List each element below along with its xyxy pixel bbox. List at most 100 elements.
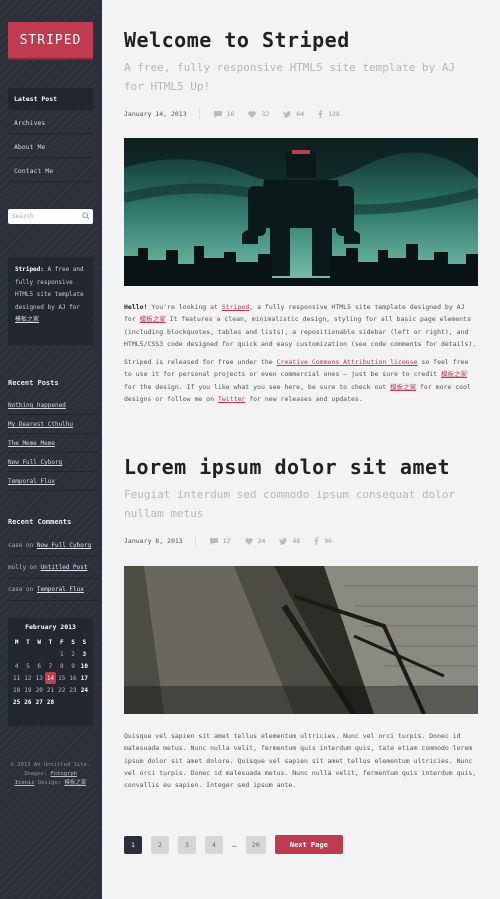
recent-post-link[interactable]: Nothing happened	[8, 396, 98, 415]
calendar-day[interactable]: 23	[67, 684, 78, 696]
calendar-day[interactable]: 1	[56, 648, 67, 660]
post-meta: January 14, 2013 16 32 64 128	[124, 108, 478, 120]
post-title[interactable]: Welcome to Striped	[124, 28, 478, 52]
nav-item-about-me[interactable]: About Me	[8, 136, 93, 158]
author-link[interactable]: 模板之家	[140, 315, 166, 323]
credits-line: Iconic Design: 模板之家	[8, 779, 93, 788]
calendar-day	[11, 648, 22, 660]
hello-text: Hello!	[124, 303, 148, 311]
calendar-day[interactable]: 11	[11, 672, 22, 684]
facebook-icon	[314, 537, 319, 545]
calendar-day[interactable]: 21	[45, 684, 56, 696]
credits-link[interactable]: 模板之家	[64, 780, 86, 786]
page-button[interactable]: 1	[124, 835, 142, 854]
credits-label: Images:	[24, 771, 51, 777]
recent-post-link[interactable]: Now Full Cyborg	[8, 453, 98, 472]
nav-item-latest-post[interactable]: Latest Post	[8, 88, 93, 110]
comments-count[interactable]: 12	[209, 537, 231, 545]
likes-count[interactable]: 32	[248, 110, 269, 118]
page-button[interactable]: 20	[245, 835, 266, 854]
post-paragraph: Hello! You're looking at Striped, a full…	[124, 301, 478, 350]
calendar-day[interactable]: 19	[22, 684, 33, 696]
recent-post-link[interactable]: The Meme Meme	[8, 434, 98, 453]
comment-post-link[interactable]: Now Full Cyborg	[37, 542, 91, 549]
calendar-day[interactable]: 24	[79, 684, 90, 696]
calendar-day[interactable]: 16	[67, 672, 78, 684]
striped-link[interactable]: Striped	[222, 303, 249, 311]
likes-value: 32	[261, 110, 270, 118]
calendar-day[interactable]: 7	[45, 660, 56, 672]
calendar-day[interactable]: 3	[79, 648, 90, 660]
calendar-day[interactable]: 13	[34, 672, 45, 684]
calendar-day[interactable]: 22	[56, 684, 67, 696]
calendar-day[interactable]: 25	[11, 696, 22, 708]
post-image-stairs[interactable]	[124, 566, 478, 714]
search-input[interactable]: Search	[8, 209, 93, 224]
likes-count[interactable]: 24	[244, 537, 265, 545]
shares-count[interactable]: 128	[318, 110, 340, 118]
twitter-link[interactable]: Twitter	[218, 395, 245, 403]
credits-link[interactable]: Iconic	[15, 780, 35, 786]
calendar-day[interactable]: 8	[56, 660, 67, 672]
tweets-count[interactable]: 48	[279, 537, 300, 545]
license-link[interactable]: Creative Commons Attribution license	[277, 358, 418, 366]
nav-item-archives[interactable]: Archives	[8, 112, 93, 134]
credits-link[interactable]: Fotogrph	[51, 771, 78, 777]
tweets-count[interactable]: 64	[283, 110, 304, 118]
copyright-line: © 2013 An Untitled Site.	[10, 762, 91, 768]
text-span: It features a clean, minimalistic design…	[124, 315, 477, 348]
calendar-day[interactable]: 9	[67, 660, 78, 672]
comment-icon	[209, 537, 218, 545]
recent-post-link[interactable]: Temporal Flux	[8, 472, 98, 491]
recent-posts-list: Nothing happened My Dearest Cthulhu The …	[8, 396, 98, 491]
calendar-day[interactable]: 10	[79, 660, 90, 672]
calendar-day[interactable]: 26	[22, 696, 33, 708]
shares-count[interactable]: 96	[314, 537, 332, 545]
recent-comments-heading: Recent Comments	[8, 518, 72, 526]
calendar-day-header: S	[82, 638, 87, 646]
calendar-day[interactable]: 17	[79, 672, 90, 684]
calendar-day[interactable]: 18	[11, 684, 22, 696]
post-body: Quisque vel sapien sit amet tellus eleme…	[124, 730, 478, 797]
stairs-photo	[124, 566, 478, 714]
page-button[interactable]: 3	[178, 835, 196, 854]
shares-value: 128	[328, 110, 340, 118]
calendar-day[interactable]: 12	[22, 672, 33, 684]
search-icon[interactable]	[82, 212, 90, 220]
page-button[interactable]: 2	[151, 835, 169, 854]
comment-post-link[interactable]: Temporal Flux	[37, 586, 84, 593]
calendar-day[interactable]: 4	[11, 660, 22, 672]
twitter-icon	[283, 110, 292, 118]
recent-post-link[interactable]: My Dearest Cthulhu	[8, 415, 98, 434]
comment-author: case on	[8, 542, 37, 549]
about-link[interactable]: 模板之家	[15, 316, 39, 323]
calendar-day[interactable]: 15	[56, 672, 67, 684]
site-logo[interactable]: STRIPED	[8, 22, 93, 60]
post-image-robot[interactable]	[124, 138, 478, 286]
designs-link[interactable]: 模板之家	[390, 383, 416, 391]
credits-line: Images: Fotogrph	[8, 770, 93, 779]
text-span: You're looking at	[147, 303, 222, 311]
text-span: for the design. If you like what you see…	[124, 382, 391, 391]
recent-posts-heading: Recent Posts	[8, 379, 59, 387]
next-page-button[interactable]: Next Page	[274, 835, 343, 854]
calendar-day[interactable]: 6	[34, 660, 45, 672]
calendar-day[interactable]: 14	[44, 672, 57, 684]
calendar-day[interactable]: 5	[22, 660, 33, 672]
nav-item-contact-me[interactable]: Contact Me	[8, 160, 93, 182]
calendar-day[interactable]: 20	[34, 684, 45, 696]
credit-link[interactable]: 模板之家	[441, 370, 467, 378]
calendar-day[interactable]: 28	[45, 696, 56, 708]
heart-icon	[248, 110, 257, 118]
comments-count[interactable]: 16	[213, 110, 234, 118]
calendar-day[interactable]: 27	[34, 696, 45, 708]
comment-post-link[interactable]: Untitled Post	[41, 564, 88, 571]
text-span: for new releases and updates.	[245, 395, 363, 404]
meta-divider	[194, 536, 196, 546]
calendar-day[interactable]: 2	[67, 648, 78, 660]
post-title[interactable]: Lorem ipsum dolor sit amet	[124, 455, 478, 479]
calendar-day-header: F	[59, 638, 64, 646]
page-button[interactable]: 4	[205, 835, 223, 854]
recent-comments-list: case on Now Full Cyborg molly on Untitle…	[8, 535, 100, 601]
search-placeholder: Search	[12, 213, 34, 220]
